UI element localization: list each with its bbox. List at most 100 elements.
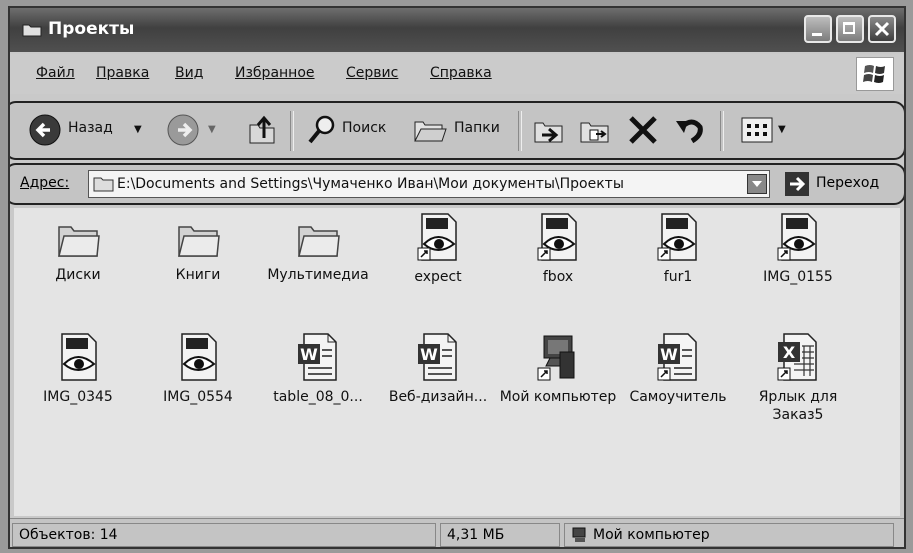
item-label: table_08_0... <box>273 389 363 405</box>
word-document-icon: W <box>298 333 337 381</box>
item-label: IMG_0345 <box>43 389 113 405</box>
search-label: Поиск <box>342 120 387 136</box>
title-bar[interactable]: Проекты <box>10 8 904 52</box>
folders-button[interactable]: Папки <box>408 103 508 158</box>
item-label: Веб-дизайн... <box>388 389 488 405</box>
menu-tools[interactable]: Сервис <box>346 65 398 81</box>
svg-text:W: W <box>660 345 678 364</box>
copy-to-button[interactable] <box>576 103 616 158</box>
folder-icon <box>22 24 42 37</box>
back-button[interactable]: Назад ▼ <box>18 103 142 158</box>
views-grid-icon <box>741 117 773 143</box>
list-item[interactable]: fur1 <box>618 212 738 286</box>
menu-help[interactable]: Справка <box>430 65 492 81</box>
search-button[interactable]: Поиск <box>302 103 400 158</box>
up-folder-button[interactable] <box>244 103 280 158</box>
delete-button[interactable] <box>624 103 664 158</box>
explorer-window: Проекты Файл Правка Вид Избранное Сервис… <box>8 6 906 549</box>
menu-file[interactable]: Файл <box>36 65 75 81</box>
go-arrow-icon <box>785 172 809 196</box>
eye-image-shortcut-icon <box>657 213 697 261</box>
window-title: Проекты <box>48 19 135 39</box>
minimize-icon <box>812 33 822 36</box>
list-item[interactable]: IMG_0155 <box>738 212 858 286</box>
svg-text:W: W <box>420 345 438 364</box>
address-dropdown-button[interactable] <box>747 174 767 194</box>
item-label: Мой компьютер <box>499 389 617 405</box>
svg-text:W: W <box>300 345 318 364</box>
maximize-icon <box>843 22 855 34</box>
back-arrow-icon <box>29 114 61 146</box>
windows-logo <box>856 57 894 91</box>
eye-image-icon <box>61 333 97 381</box>
eye-image-shortcut-icon <box>777 213 817 261</box>
close-button[interactable] <box>868 15 896 43</box>
undo-icon <box>676 119 703 144</box>
list-item[interactable]: fbox <box>498 212 618 286</box>
menu-edit[interactable]: Правка <box>96 65 149 81</box>
list-item[interactable]: W Самоучитель <box>618 332 738 406</box>
svg-text:X: X <box>783 343 796 362</box>
excel-shortcut-icon: X <box>777 333 817 381</box>
back-dropdown-icon[interactable]: ▼ <box>134 124 142 135</box>
folders-label: Папки <box>454 120 500 136</box>
folder-icon <box>298 226 340 257</box>
go-label: Переход <box>816 175 880 191</box>
list-item[interactable]: W Веб-дизайн... <box>378 332 498 406</box>
item-label: IMG_0554 <box>163 389 233 405</box>
list-item[interactable]: IMG_0345 <box>18 332 138 406</box>
maximize-button[interactable] <box>836 15 864 43</box>
menu-view[interactable]: Вид <box>175 65 203 81</box>
folder-icon <box>93 177 114 192</box>
file-view: Диски Книги Мультимедиа expect fbox fur1… <box>14 208 900 516</box>
delete-x-icon <box>629 116 657 144</box>
list-item[interactable]: X Ярлык для Заказ5 <box>738 332 858 424</box>
list-item[interactable]: Мой компьютер <box>498 332 618 406</box>
undo-button[interactable] <box>670 103 710 158</box>
list-item[interactable]: expect <box>378 212 498 286</box>
back-label: Назад <box>68 120 113 136</box>
views-dropdown-icon: ▼ <box>778 124 786 135</box>
move-to-folder-icon <box>534 122 563 143</box>
status-location: Мой компьютер <box>564 523 894 547</box>
item-label: IMG_0155 <box>763 269 833 285</box>
eye-image-shortcut-icon <box>417 213 457 261</box>
menu-favorites[interactable]: Избранное <box>235 65 315 81</box>
folder-icon <box>178 226 220 257</box>
address-bar: Адрес: E:\Documents and Settings\Чумачен… <box>10 163 904 205</box>
item-label: expect <box>414 269 462 285</box>
item-label: Ярлык для Заказ5 <box>758 389 838 423</box>
list-item[interactable]: Диски <box>18 218 138 284</box>
item-label: Мультимедиа <box>267 267 369 283</box>
address-input[interactable]: E:\Documents and Settings\Чумаченко Иван… <box>88 170 770 198</box>
menu-bar: Файл Правка Вид Избранное Сервис Справка <box>10 54 904 94</box>
status-location-label: Мой компьютер <box>593 527 710 543</box>
computer-shortcut-icon <box>537 335 575 381</box>
toolbar-separator <box>720 111 724 151</box>
forward-dropdown-icon[interactable]: ▼ <box>208 124 216 135</box>
search-icon <box>308 115 335 144</box>
list-item[interactable]: Мультимедиа <box>258 218 378 284</box>
list-item[interactable]: IMG_0554 <box>138 332 258 406</box>
word-document-shortcut-icon: W <box>657 333 697 381</box>
toolbar-separator <box>290 111 294 151</box>
item-label: Книги <box>175 267 221 283</box>
up-folder-icon <box>249 115 275 144</box>
minimize-button[interactable] <box>804 15 832 43</box>
forward-button[interactable]: ▼ <box>164 103 234 158</box>
status-bar: Объектов: 14 4,31 МБ Мой компьютер <box>10 518 904 547</box>
windows-flag-icon <box>863 65 885 83</box>
address-path: E:\Documents and Settings\Чумаченко Иван… <box>117 176 624 192</box>
computer-icon <box>572 527 586 542</box>
move-to-button[interactable] <box>530 103 570 158</box>
word-document-icon: W <box>418 333 457 381</box>
toolbar-separator <box>518 111 522 151</box>
item-label: Диски <box>55 267 101 283</box>
list-item[interactable]: W table_08_0... <box>258 332 378 406</box>
list-item[interactable]: Книги <box>138 218 258 284</box>
eye-image-icon <box>181 333 217 381</box>
item-label: fbox <box>542 269 574 285</box>
chevron-down-icon <box>752 181 762 187</box>
views-button[interactable]: ▼ <box>734 103 794 158</box>
forward-arrow-icon <box>167 114 199 146</box>
